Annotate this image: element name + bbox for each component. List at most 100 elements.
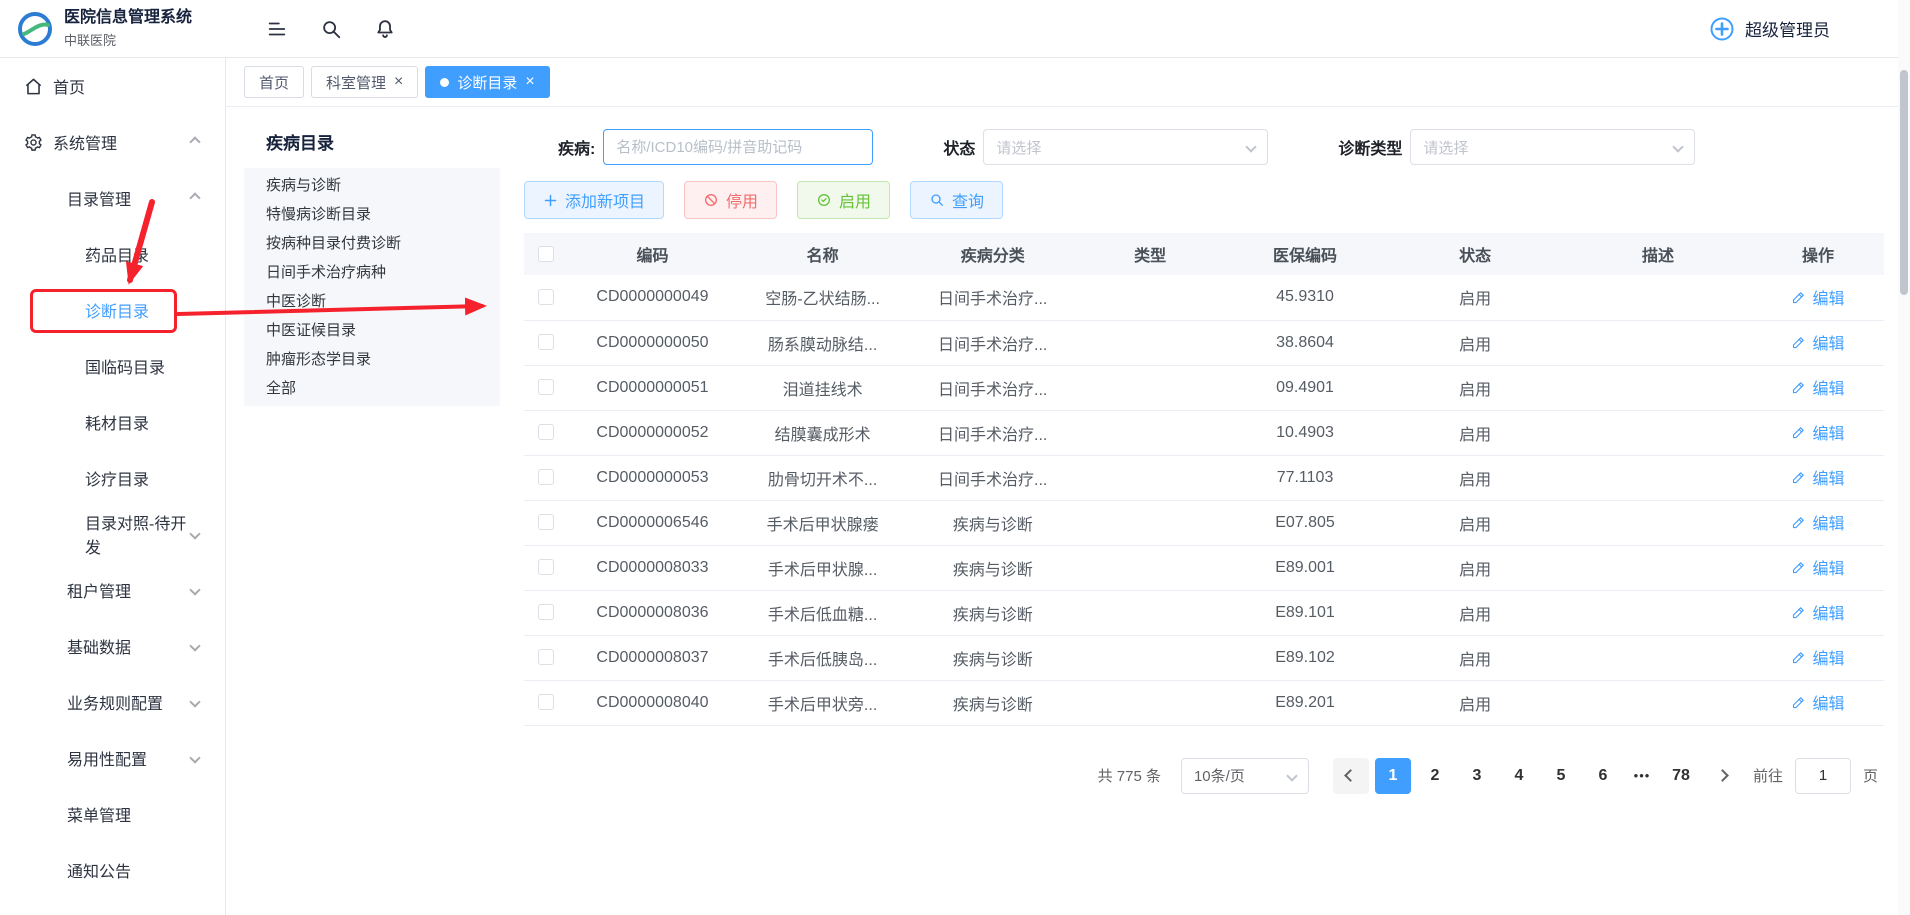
catalog-item[interactable]: 按病种目录付费诊断 <box>244 229 500 258</box>
tab-home[interactable]: 首页 <box>244 66 304 98</box>
page-button-4[interactable]: 4 <box>1501 758 1537 794</box>
edit-button[interactable]: 编辑 <box>1791 465 1844 489</box>
add-item-button[interactable]: 添加新项目 <box>524 181 664 219</box>
table-row: CD0000008040 手术后甲状旁... 疾病与诊断 E89.201 启用 … <box>524 680 1884 725</box>
page-button-3[interactable]: 3 <box>1459 758 1495 794</box>
page-button-6[interactable]: 6 <box>1585 758 1621 794</box>
table-row: CD0000000052 结膜囊成形术 日间手术治疗... 10.4903 启用… <box>524 410 1884 455</box>
sidebar-item-national-code-catalog[interactable]: 国临码目录 <box>0 338 225 394</box>
vertical-scrollbar[interactable] <box>1898 0 1910 915</box>
chevron-down-icon <box>189 528 200 539</box>
cell-description <box>1564 635 1752 680</box>
chevron-down-icon <box>189 752 200 763</box>
catalog-item[interactable]: 日间手术治疗病种 <box>244 258 500 287</box>
sidebar-item-base-data[interactable]: 基础数据 <box>0 618 225 674</box>
sidebar-item-consumables-catalog[interactable]: 耗材目录 <box>0 394 225 450</box>
edit-button[interactable]: 编辑 <box>1791 555 1844 579</box>
row-checkbox[interactable] <box>538 649 554 665</box>
scrollbar-thumb[interactable] <box>1900 70 1908 295</box>
status-select[interactable]: 请选择 <box>983 129 1268 165</box>
edit-icon <box>1791 380 1806 395</box>
row-checkbox[interactable] <box>538 424 554 440</box>
sidebar-item-notice[interactable]: 通知公告 <box>0 842 225 898</box>
sidebar-item-label: 国临码目录 <box>85 354 165 378</box>
diagnosis-type-select[interactable]: 请选择 <box>1410 129 1695 165</box>
cell-type <box>1077 590 1224 635</box>
row-checkbox[interactable] <box>538 289 554 305</box>
pagination-ellipsis[interactable]: ••• <box>1627 768 1657 783</box>
cell-status: 启用 <box>1386 365 1564 410</box>
table-row: CD0000008037 手术后低胰岛... 疾病与诊断 E89.102 启用 … <box>524 635 1884 680</box>
edit-button[interactable]: 编辑 <box>1791 420 1844 444</box>
bell-icon[interactable] <box>374 18 396 40</box>
logo-text: 医院信息管理系统 中联医院 <box>64 8 192 49</box>
user-badge[interactable]: 超级管理员 <box>1709 16 1830 42</box>
page-button-2[interactable]: 2 <box>1417 758 1453 794</box>
page-button-1[interactable]: 1 <box>1375 758 1411 794</box>
edit-label: 编辑 <box>1812 465 1844 489</box>
catalog-item[interactable]: 肿瘤形态学目录 <box>244 345 500 374</box>
sidebar-item-usability-config[interactable]: 易用性配置 <box>0 730 225 786</box>
next-page-button[interactable] <box>1705 758 1741 794</box>
sidebar-item-menu-mgmt[interactable]: 菜单管理 <box>0 786 225 842</box>
edit-button[interactable]: 编辑 <box>1791 510 1844 534</box>
catalog-item[interactable]: 中医诊断 <box>244 287 500 316</box>
tab-department-mgmt[interactable]: 科室管理 × <box>311 66 418 98</box>
prev-page-button[interactable] <box>1333 758 1369 794</box>
row-checkbox[interactable] <box>538 514 554 530</box>
cell-name: 手术后甲状腺瘘 <box>736 500 909 545</box>
edit-button[interactable]: 编辑 <box>1791 375 1844 399</box>
page-button-5[interactable]: 5 <box>1543 758 1579 794</box>
row-checkbox[interactable] <box>538 604 554 620</box>
sidebar-item-diagnosis-catalog[interactable]: 诊断目录 <box>0 282 225 338</box>
tab-diagnosis-catalog[interactable]: 诊断目录 × <box>425 66 549 98</box>
cell-name: 结膜囊成形术 <box>736 410 909 455</box>
edit-button[interactable]: 编辑 <box>1791 645 1844 669</box>
enable-button[interactable]: 启用 <box>797 181 890 219</box>
row-checkbox[interactable] <box>538 559 554 575</box>
edit-label: 编辑 <box>1812 690 1844 714</box>
edit-button[interactable]: 编辑 <box>1791 330 1844 354</box>
sidebar-item-tenant-mgmt[interactable]: 租户管理 <box>0 562 225 618</box>
query-button[interactable]: 查询 <box>910 181 1003 219</box>
row-checkbox[interactable] <box>538 379 554 395</box>
edit-label: 编辑 <box>1812 420 1844 444</box>
catalog-item[interactable]: 中医证候目录 <box>244 316 500 345</box>
close-icon[interactable]: × <box>525 74 534 90</box>
catalog-item[interactable]: 特慢病诊断目录 <box>244 200 500 229</box>
disease-search-input[interactable] <box>603 129 873 165</box>
search-icon[interactable] <box>320 18 342 40</box>
table-row: CD0000000049 空肠-乙状结肠... 日间手术治疗... 45.931… <box>524 275 1884 320</box>
disable-button[interactable]: 停用 <box>684 181 777 219</box>
select-all-checkbox[interactable] <box>538 246 554 262</box>
sidebar-item-label: 药品目录 <box>85 242 149 266</box>
edit-button[interactable]: 编辑 <box>1791 690 1844 714</box>
edit-label: 编辑 <box>1812 600 1844 624</box>
sidebar-item-home[interactable]: 首页 <box>0 58 225 114</box>
goto-page-input[interactable] <box>1795 758 1851 794</box>
catalog-item[interactable]: 全部 <box>244 374 500 403</box>
page-size-select[interactable]: 10条/页 <box>1181 758 1309 794</box>
column-header-category: 疾病分类 <box>909 233 1077 275</box>
edit-button[interactable]: 编辑 <box>1791 285 1844 309</box>
row-checkbox[interactable] <box>538 694 554 710</box>
row-checkbox[interactable] <box>538 334 554 350</box>
disease-filter-label: 疾病: <box>558 135 595 159</box>
edit-button[interactable]: 编辑 <box>1791 600 1844 624</box>
sidebar-item-catalog-mapping[interactable]: 目录对照-待开发 <box>0 506 225 562</box>
page-button-last[interactable]: 78 <box>1663 758 1699 794</box>
sidebar-item-catalog-mgmt[interactable]: 目录管理 <box>0 170 225 226</box>
table-header-row: 编码 名称 疾病分类 类型 医保编码 状态 描述 操作 <box>524 233 1884 275</box>
sidebar-item-business-rules[interactable]: 业务规则配置 <box>0 674 225 730</box>
cell-description <box>1564 680 1752 725</box>
menu-toggle-icon[interactable] <box>266 18 288 40</box>
cell-type <box>1077 635 1224 680</box>
row-checkbox[interactable] <box>538 469 554 485</box>
close-icon[interactable]: × <box>394 74 403 90</box>
sidebar-item-treatment-catalog[interactable]: 诊疗目录 <box>0 450 225 506</box>
header-icons <box>266 18 396 40</box>
cell-name: 手术后低胰岛... <box>736 635 909 680</box>
catalog-item[interactable]: 疾病与诊断 <box>244 171 500 200</box>
sidebar-item-system-mgmt[interactable]: 系统管理 <box>0 114 225 170</box>
sidebar-item-drug-catalog[interactable]: 药品目录 <box>0 226 225 282</box>
